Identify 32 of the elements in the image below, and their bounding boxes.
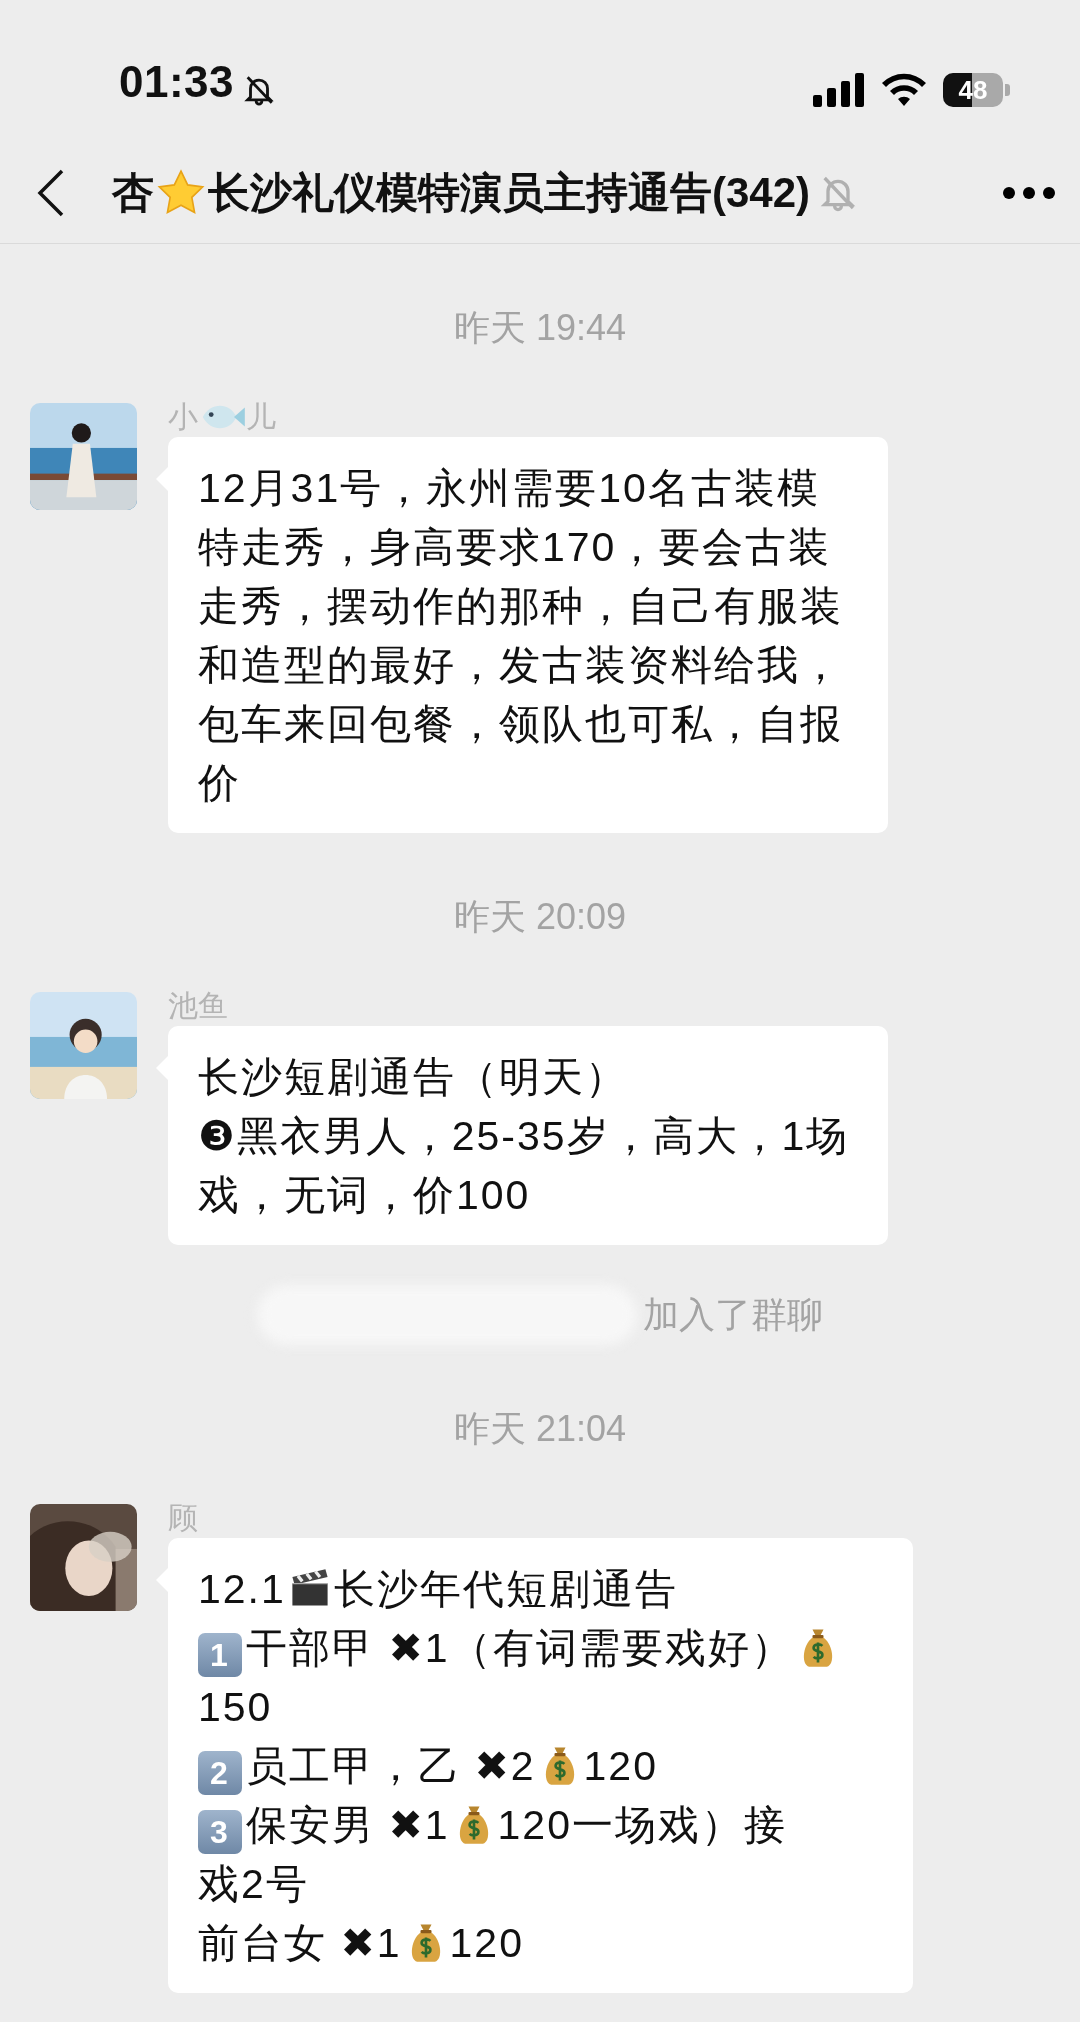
more-icon[interactable]: [1002, 186, 1056, 200]
message-text: 120一场戏）接: [497, 1802, 787, 1848]
chat-title: 杏: [112, 168, 154, 218]
sender-name: 池鱼: [168, 987, 228, 1024]
number-keycap: 2: [198, 1751, 242, 1795]
message-text: 戏2号: [198, 1861, 309, 1907]
system-notice: 加入了群聊: [643, 1292, 823, 1337]
signal-icon: [813, 73, 865, 107]
timestamp: 昨天 20:09: [453, 895, 627, 939]
message-text: 12月31号，永州需要10名古装模特走秀，身高要求170，要会古装走秀，摆动作的那种，自己有服装和造型的最好，发古装资料给我，包车来回包餐，领队也可私，自报价: [198, 465, 843, 806]
number-keycap: 3: [198, 1810, 242, 1854]
message-text: 员工甲，乙 ✖2: [246, 1743, 536, 1789]
message-text: 120: [583, 1743, 658, 1789]
message-text: 120: [449, 1920, 524, 1966]
chat-title: 长沙礼仪模特演员主持通告: [208, 168, 712, 218]
sender-name: 小: [168, 398, 198, 435]
timestamp: 昨天 19:44: [453, 306, 627, 350]
clock-time: 01:33: [119, 57, 235, 107]
message-text: ❸黑衣男人，25-35岁，高大，1场戏，无词，价100: [198, 1113, 850, 1218]
message-text: 长沙年代短剧通告: [333, 1566, 678, 1612]
sender-name: 儿: [246, 398, 276, 435]
message-text: 12.1: [198, 1566, 286, 1612]
message-text: 保安男 ✖1: [246, 1802, 450, 1848]
member-count: (342): [712, 169, 811, 217]
sender-name: 顾: [168, 1499, 198, 1536]
back-icon[interactable]: [36, 168, 66, 218]
message-text: 150: [198, 1684, 273, 1730]
message-text: 长沙短剧通告（明天）: [198, 1054, 628, 1100]
message-text: 前台女 ✖1: [198, 1920, 402, 1966]
message-text: 干部甲 ✖1（有词需要戏好）: [246, 1625, 794, 1671]
number-keycap: 1: [198, 1633, 242, 1677]
timestamp: 昨天 21:04: [453, 1407, 627, 1451]
